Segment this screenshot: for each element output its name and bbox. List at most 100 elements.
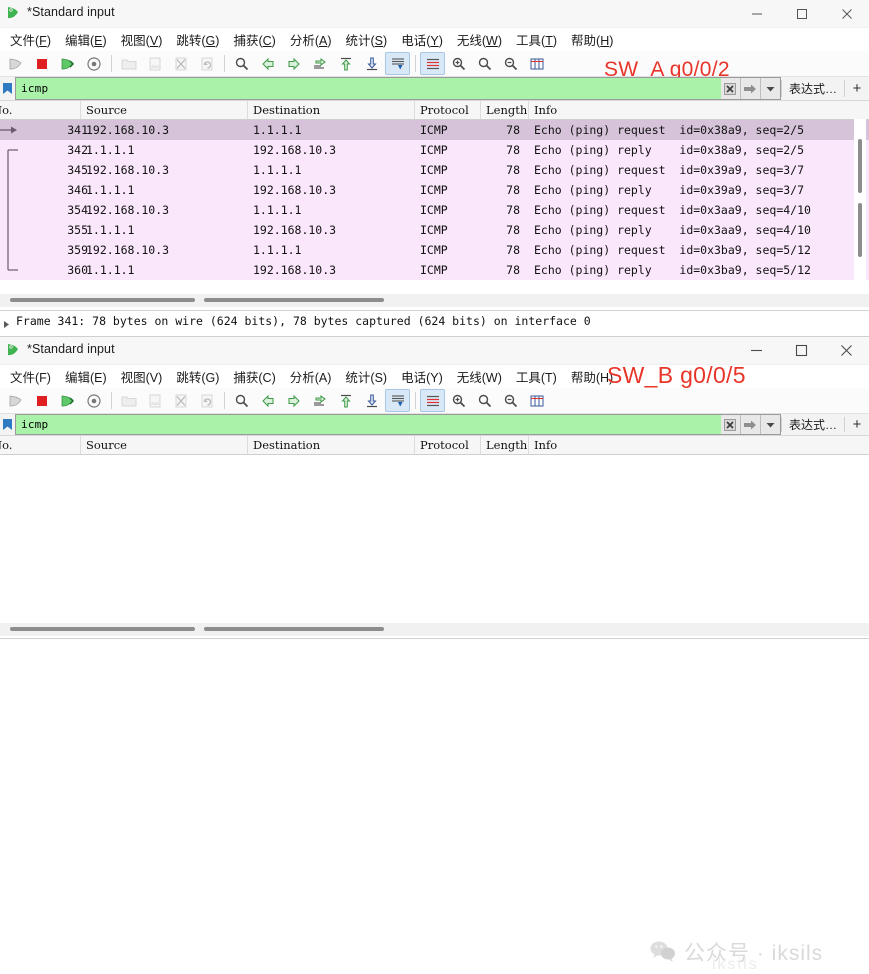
packet-list-pane[interactable]: No. Source Destination Protocol Length I… <box>0 101 869 297</box>
maximize-button[interactable] <box>779 0 824 27</box>
detail-expand-icon[interactable] <box>3 318 10 332</box>
go-first-packet-icon-2[interactable] <box>333 389 358 412</box>
menu-go[interactable]: 跳转(G) <box>169 28 226 51</box>
stop-capture-icon[interactable] <box>29 52 54 75</box>
open-file-icon-2[interactable] <box>116 389 141 412</box>
filter-bookmark-icon[interactable] <box>0 77 15 100</box>
menu-file[interactable]: 文件(F) <box>3 28 58 51</box>
filter-expression-button[interactable]: 表达式… <box>782 77 844 100</box>
table-row[interactable]: 345192.168.10.31.1.1.1ICMP78Echo (ping) … <box>0 160 869 180</box>
menu-file-2[interactable]: 文件(F) <box>3 365 58 388</box>
packet-list-hscrollbar-2[interactable] <box>0 623 869 636</box>
header-divider[interactable] <box>414 101 415 119</box>
auto-scroll-icon-2[interactable] <box>385 389 410 412</box>
go-last-packet-icon[interactable] <box>359 52 384 75</box>
go-back-icon[interactable] <box>255 52 280 75</box>
packet-rows-2[interactable] <box>0 455 869 623</box>
menu-telephony-2[interactable]: 电话(Y) <box>394 365 450 388</box>
table-row[interactable]: 3421.1.1.1192.168.10.3ICMP78Echo (ping) … <box>0 140 869 160</box>
start-capture-icon[interactable] <box>3 52 28 75</box>
menu-help[interactable]: 帮助(H) <box>564 28 620 51</box>
menu-tools[interactable]: 工具(T) <box>509 28 564 51</box>
reload-file-icon[interactable] <box>194 52 219 75</box>
column-header-length[interactable]: Length <box>486 103 527 117</box>
capture-options-icon[interactable] <box>81 52 106 75</box>
menu-wireless-2[interactable]: 无线(W) <box>450 365 509 388</box>
filter-dropdown-icon[interactable] <box>760 78 780 99</box>
close-file-icon[interactable] <box>168 52 193 75</box>
menu-telephony[interactable]: 电话(Y) <box>394 28 450 51</box>
packet-list-pane-2[interactable]: No. Source Destination Protocol Length I… <box>0 436 869 623</box>
vscroll-thumb-lower[interactable] <box>858 203 862 257</box>
header-divider[interactable] <box>528 101 529 119</box>
column-header-protocol-2[interactable]: Protocol <box>420 438 469 452</box>
restart-capture-icon-2[interactable] <box>55 389 80 412</box>
header-divider-2[interactable] <box>414 436 415 454</box>
column-header-protocol[interactable]: Protocol <box>420 103 469 117</box>
packet-list-vscrollbar[interactable] <box>854 119 866 297</box>
menu-statistics[interactable]: 统计(S) <box>339 28 395 51</box>
menu-capture-2[interactable]: 捕获(C) <box>226 365 282 388</box>
go-forward-icon[interactable] <box>281 52 306 75</box>
table-row[interactable]: 359192.168.10.31.1.1.1ICMP78Echo (ping) … <box>0 240 869 260</box>
maximize-button-2[interactable] <box>779 337 824 364</box>
colorize-icon-2[interactable] <box>420 389 445 412</box>
open-file-icon[interactable] <box>116 52 141 75</box>
minimize-button-2[interactable] <box>734 337 779 364</box>
apply-filter-icon-2[interactable] <box>740 415 760 434</box>
colorize-icon[interactable] <box>420 52 445 75</box>
menu-wireless[interactable]: 无线(W) <box>450 28 509 51</box>
filter-expression-button-2[interactable]: 表达式… <box>782 414 844 435</box>
add-filter-button[interactable]: + <box>845 77 869 100</box>
close-button[interactable] <box>824 0 869 27</box>
column-header-info[interactable]: Info <box>534 103 557 117</box>
find-packet-icon[interactable] <box>229 52 254 75</box>
header-divider[interactable] <box>480 101 481 119</box>
zoom-in-icon[interactable] <box>446 52 471 75</box>
column-header-no-2[interactable]: No. <box>0 438 12 452</box>
header-divider-2[interactable] <box>80 436 81 454</box>
clear-filter-icon[interactable] <box>721 78 740 99</box>
close-file-icon-2[interactable] <box>168 389 193 412</box>
hscroll-thumb-left-2[interactable] <box>10 627 195 631</box>
packet-list-hscrollbar[interactable] <box>0 294 869 307</box>
go-back-icon-2[interactable] <box>255 389 280 412</box>
column-header-destination-2[interactable]: Destination <box>253 438 320 452</box>
menu-go-2[interactable]: 跳转(G) <box>169 365 226 388</box>
column-header-no[interactable]: No. <box>0 103 12 117</box>
menu-edit-2[interactable]: 编辑(E) <box>58 365 114 388</box>
find-packet-icon-2[interactable] <box>229 389 254 412</box>
apply-filter-icon[interactable] <box>740 78 760 99</box>
header-divider-2[interactable] <box>480 436 481 454</box>
menu-view-2[interactable]: 视图(V) <box>114 365 170 388</box>
zoom-reset-icon[interactable] <box>498 52 523 75</box>
column-header-source[interactable]: Source <box>86 103 127 117</box>
start-capture-icon-2[interactable] <box>3 389 28 412</box>
column-header-length-2[interactable]: Length <box>486 438 527 452</box>
save-file-icon-2[interactable]: 010 <box>142 389 167 412</box>
go-to-packet-icon[interactable] <box>307 52 332 75</box>
column-header-info-2[interactable]: Info <box>534 438 557 452</box>
minimize-button[interactable] <box>734 0 779 27</box>
column-header-source-2[interactable]: Source <box>86 438 127 452</box>
reload-file-icon-2[interactable] <box>194 389 219 412</box>
header-divider-2[interactable] <box>528 436 529 454</box>
capture-options-icon-2[interactable] <box>81 389 106 412</box>
table-row[interactable]: 3461.1.1.1192.168.10.3ICMP78Echo (ping) … <box>0 180 869 200</box>
go-last-packet-icon-2[interactable] <box>359 389 384 412</box>
display-filter-input[interactable]: icmp <box>15 77 721 100</box>
close-button-2[interactable] <box>824 337 869 364</box>
menu-tools-2[interactable]: 工具(T) <box>509 365 564 388</box>
hscroll-thumb-right-2[interactable] <box>204 627 384 631</box>
add-filter-button-2[interactable]: + <box>845 414 869 435</box>
resize-columns-icon-2[interactable] <box>524 389 549 412</box>
go-forward-icon-2[interactable] <box>281 389 306 412</box>
header-divider-2[interactable] <box>247 436 248 454</box>
packet-rows[interactable]: 341192.168.10.31.1.1.1ICMP78Echo (ping) … <box>0 120 869 280</box>
auto-scroll-icon[interactable] <box>385 52 410 75</box>
table-row[interactable]: 3601.1.1.1192.168.10.3ICMP78Echo (ping) … <box>0 260 869 280</box>
display-filter-input-2[interactable]: icmp <box>15 414 721 435</box>
zoom-in-icon-2[interactable] <box>446 389 471 412</box>
menu-view[interactable]: 视图(V) <box>114 28 170 51</box>
zoom-out-icon-2[interactable] <box>472 389 497 412</box>
